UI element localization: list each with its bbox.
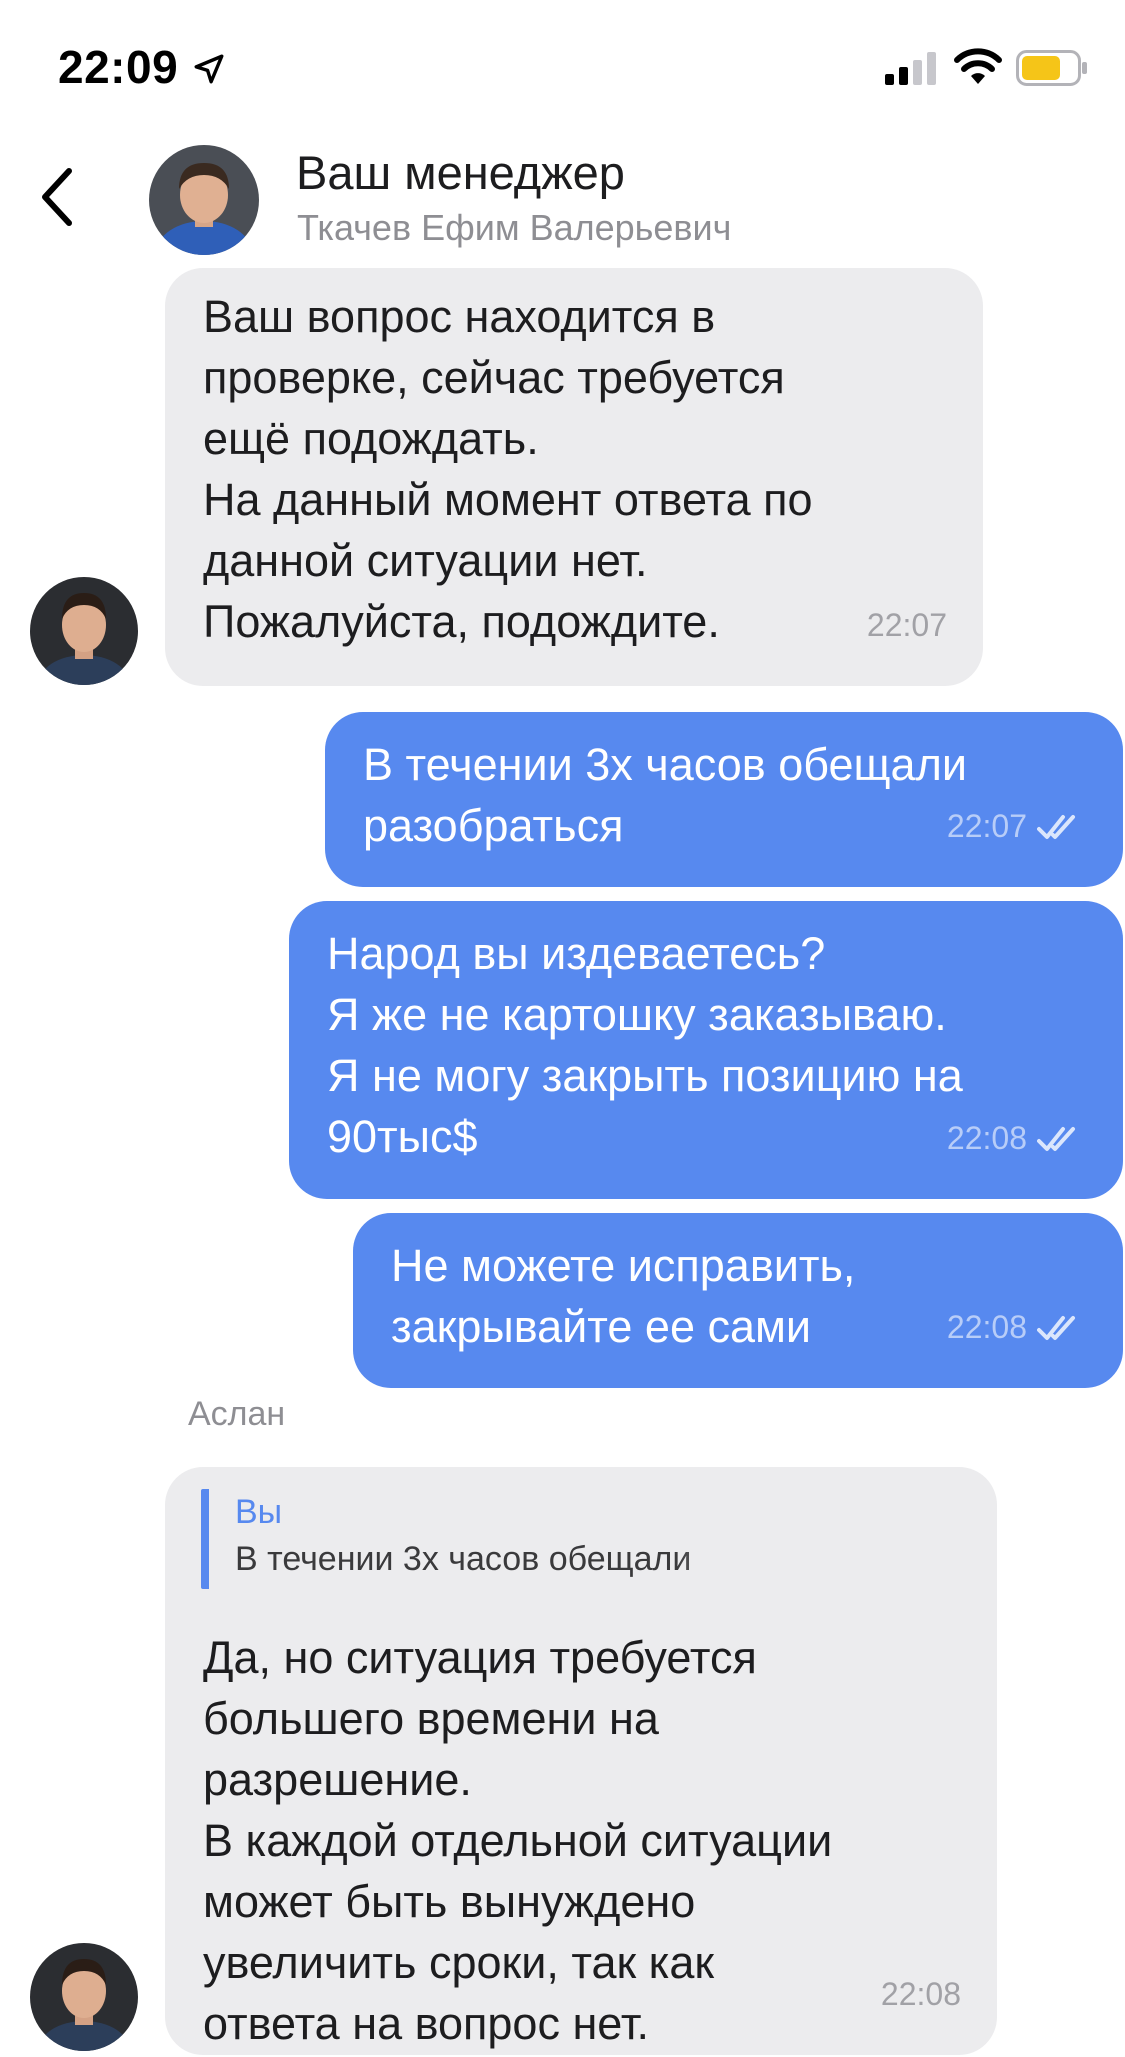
message-time: 22:08 (946, 1120, 1027, 1156)
status-bar: 22:09 (0, 0, 1125, 135)
chevron-left-icon (42, 168, 72, 226)
sender-name: Аслан (188, 1395, 286, 1433)
outgoing-message[interactable]: Народ вы издеваетесь? Я же не картошку з… (289, 901, 1123, 1199)
wifi-icon (954, 48, 1002, 84)
status-time: 22:09 (58, 41, 179, 93)
message-meta: 22:08 (947, 1297, 1087, 1358)
message-text: В течении 3х часов обещали разобраться (363, 739, 967, 851)
incoming-message[interactable]: Вы В течении 3х часов обещали Да, но сит… (165, 1467, 997, 2055)
cellular-signal-icon (885, 52, 936, 85)
message-time: 22:08 (946, 1309, 1027, 1345)
message-time: 22:08 (880, 1976, 961, 2012)
message-time: 22:07 (866, 607, 947, 643)
back-button[interactable] (22, 157, 92, 237)
manager-avatar[interactable] (149, 145, 259, 255)
outgoing-message[interactable]: В течении 3х часов обещали разобраться 2… (325, 712, 1123, 887)
message-meta: 22:08 (947, 1108, 1087, 1169)
message-time: 22:07 (946, 808, 1027, 844)
reply-text: В течении 3х часов обещали (235, 1540, 692, 1578)
message-meta: 22:07 (867, 595, 947, 656)
double-check-icon (1037, 814, 1075, 839)
message-text: Да, но ситуация требуется большего време… (203, 1632, 833, 2049)
sender-avatar[interactable] (30, 577, 138, 685)
message-text: Ваш вопрос находится в проверке, сейчас … (203, 291, 813, 647)
message-meta: 22:08 (881, 1964, 961, 2025)
outgoing-message[interactable]: Не можете исправить, закрывайте ее сами … (353, 1213, 1123, 1388)
reply-author: Вы (235, 1493, 283, 1531)
chat-header: Ваш менеджер Ткачев Ефим Валерьевич (0, 135, 1125, 265)
double-check-icon (1037, 1126, 1075, 1151)
double-check-icon (1037, 1315, 1075, 1340)
battery-icon (1016, 50, 1087, 86)
chat-title[interactable]: Ваш менеджер (296, 145, 625, 200)
message-meta: 22:07 (947, 796, 1087, 857)
chat-subtitle: Ткачев Ефим Валерьевич (297, 207, 732, 248)
sender-avatar[interactable] (30, 1943, 138, 2051)
person-avatar-icon (149, 145, 259, 255)
reply-quote[interactable]: Вы В течении 3х часов обещали (201, 1489, 761, 1589)
person-avatar-icon (30, 1943, 138, 2051)
message-text: Народ вы издеваетесь? Я же не картошку з… (327, 928, 963, 1162)
message-text: Не можете исправить, закрывайте ее сами (391, 1240, 856, 1352)
person-avatar-icon (30, 577, 138, 685)
location-arrow-icon (194, 54, 224, 84)
incoming-message[interactable]: Ваш вопрос находится в проверке, сейчас … (165, 268, 983, 686)
